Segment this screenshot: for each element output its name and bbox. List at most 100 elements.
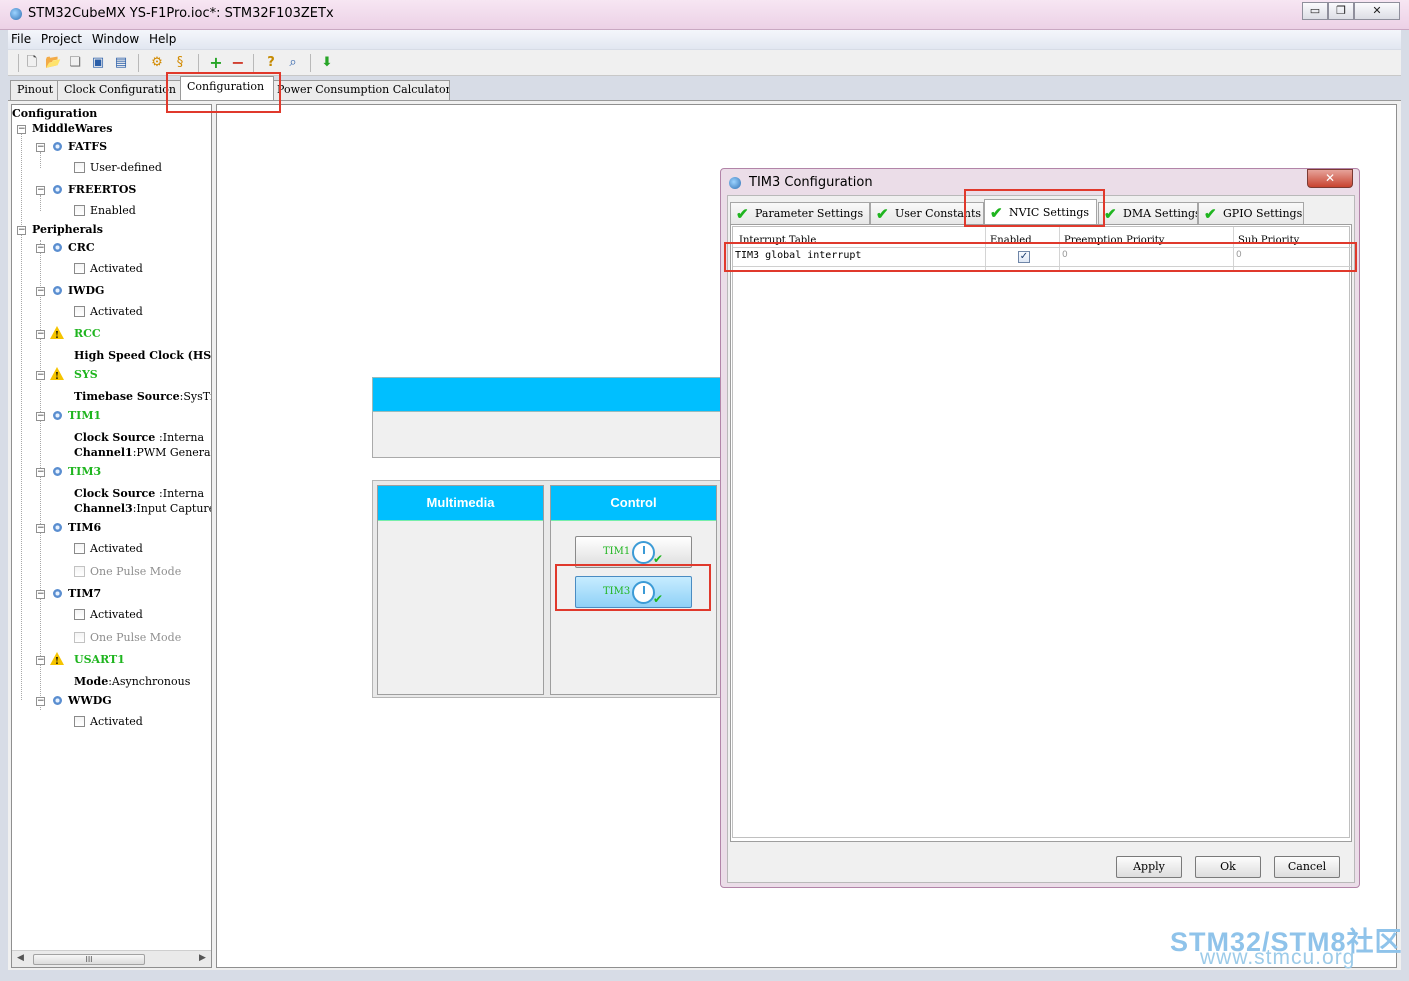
menu-window[interactable]: Window (89, 30, 142, 49)
save-icon[interactable]: ▣ (90, 55, 106, 71)
checkbox[interactable] (74, 162, 85, 173)
column-header-interrupt-table[interactable]: Interrupt Table (739, 235, 816, 246)
tree-iwdg-activated[interactable]: Activated (74, 304, 143, 320)
expander-crc[interactable]: − (36, 244, 45, 253)
column-header-enabled[interactable]: Enabled (990, 235, 1032, 246)
column-header-sub-priority[interactable]: Sub Priority (1238, 235, 1299, 246)
tree-item-wwdg[interactable]: WWDG (53, 693, 112, 709)
table-row[interactable]: TIM3 global interrupt ✓ 0 0 (733, 247, 1351, 267)
generate-code-icon[interactable]: § (172, 55, 188, 71)
apply-button[interactable]: Apply (1116, 856, 1182, 878)
tim1-button[interactable]: TIM1 ✔ (575, 536, 692, 568)
tree-middlewares[interactable]: MiddleWares (32, 121, 112, 137)
tab-gpio-settings[interactable]: ✔ GPIO Settings (1198, 202, 1304, 224)
tree-tim1-channel1[interactable]: Channel1:PWM Generatic (74, 445, 211, 461)
close-button[interactable]: ✕ (1354, 2, 1400, 20)
tab-pinout[interactable]: Pinout (10, 80, 58, 100)
remove-icon[interactable]: − (230, 55, 246, 71)
tree-usart1-mode[interactable]: Mode:Asynchronous (74, 674, 190, 690)
expander-sys[interactable]: − (36, 371, 45, 380)
checkbox-label: Activated (90, 262, 143, 275)
help-icon[interactable]: ? (263, 55, 279, 71)
scrollbar-thumb[interactable]: III (33, 954, 145, 965)
tab-nvic-settings[interactable]: ✔ NVIC Settings (984, 199, 1097, 225)
tree-sys-timebase[interactable]: Timebase Source:SysTi (74, 389, 211, 405)
tree-horizontal-scrollbar[interactable]: ◀ III ▶ (12, 950, 211, 967)
maximize-button[interactable]: ❐ (1328, 2, 1354, 20)
tree-item-fatfs[interactable]: FATFS (53, 139, 107, 155)
sub-priority-value[interactable]: 0 (1236, 250, 1242, 260)
toolbar: 🗋 📂 ❏ ▣ ▤ ⚙ § + − ? ⌕ ⬇ (8, 50, 1401, 76)
expander-peripherals[interactable]: − (17, 226, 26, 235)
tree-crc-activated[interactable]: Activated (74, 261, 143, 277)
tree-item-tim6[interactable]: TIM6 (53, 520, 101, 536)
tree-peripherals[interactable]: Peripherals (32, 222, 103, 238)
tree-item-freertos[interactable]: FREERTOS (53, 182, 136, 198)
tab-clock-configuration[interactable]: Clock Configuration (57, 80, 181, 100)
preemption-priority-value[interactable]: 0 (1062, 250, 1068, 260)
expander-usart1[interactable]: − (36, 656, 45, 665)
expander-tim1[interactable]: − (36, 412, 45, 421)
menu-project[interactable]: Project (38, 30, 85, 49)
checkbox[interactable] (74, 543, 85, 554)
find-icon[interactable]: ⌕ (285, 55, 301, 71)
tree-item-crc[interactable]: CRC (53, 240, 95, 256)
tree-tim1-clock-source[interactable]: Clock Source :Interna (74, 430, 204, 446)
expander-fatfs[interactable]: − (36, 143, 45, 152)
checkbox[interactable] (74, 609, 85, 620)
tree-tim7-activated[interactable]: Activated (74, 607, 143, 623)
tree-item-tim3[interactable]: TIM3 (53, 464, 101, 480)
tab-user-constants[interactable]: ✔ User Constants (870, 202, 984, 224)
expander-freertos[interactable]: − (36, 186, 45, 195)
scroll-right-icon[interactable]: ▶ (199, 953, 206, 963)
checkbox[interactable] (74, 306, 85, 317)
tree-item-tim7[interactable]: TIM7 (53, 586, 101, 602)
copy-icon[interactable]: ❏ (67, 55, 83, 71)
generate-report-icon[interactable]: ⚙ (149, 55, 165, 71)
warning-icon: ! (50, 326, 69, 342)
tree-item-sys[interactable]: ! SYS (50, 367, 98, 383)
tree-tim6-activated[interactable]: Activated (74, 541, 143, 557)
expander-wwdg[interactable]: − (36, 697, 45, 706)
expander-tim7[interactable]: − (36, 590, 45, 599)
expander-middlewares[interactable]: − (17, 125, 26, 134)
menu-help[interactable]: Help (146, 30, 179, 49)
expander-rcc[interactable]: − (36, 330, 45, 339)
tree-wwdg-activated[interactable]: Activated (74, 714, 143, 730)
tree-freertos-enabled[interactable]: Enabled (74, 203, 136, 219)
column-header-preemption-priority[interactable]: Preemption Priority (1064, 235, 1164, 246)
expander-iwdg[interactable]: − (36, 287, 45, 296)
tab-dma-settings[interactable]: ✔ DMA Settings (1098, 202, 1198, 224)
checkbox[interactable] (74, 716, 85, 727)
tree-item-usart1[interactable]: ! USART1 (50, 652, 125, 668)
checkbox-label: Activated (90, 715, 143, 728)
tree-item-tim1[interactable]: TIM1 (53, 408, 101, 424)
tab-configuration[interactable]: Configuration (180, 76, 274, 100)
new-project-icon[interactable]: 🗋 (24, 55, 40, 71)
tree-rcc-hse[interactable]: High Speed Clock (HS (74, 348, 211, 364)
tree-tim3-clock-source[interactable]: Clock Source :Interna (74, 486, 204, 502)
enabled-checkbox[interactable]: ✓ (1018, 251, 1030, 263)
menu-file[interactable]: File (8, 30, 34, 49)
expander-tim3[interactable]: − (36, 468, 45, 477)
ok-button[interactable]: Ok (1195, 856, 1261, 878)
tab-parameter-settings[interactable]: ✔ Parameter Settings (730, 202, 870, 224)
tim3-button-label: TIM3 (603, 586, 631, 597)
tree-item-iwdg[interactable]: IWDG (53, 283, 104, 299)
scroll-left-icon[interactable]: ◀ (17, 953, 24, 963)
cancel-button[interactable]: Cancel (1274, 856, 1340, 878)
download-icon[interactable]: ⬇ (319, 55, 335, 71)
checkbox[interactable] (74, 263, 85, 274)
tree-fatfs-user-defined[interactable]: User-defined (74, 160, 162, 176)
minimize-button[interactable]: ▭ (1302, 2, 1328, 20)
dialog-close-button[interactable]: ✕ (1307, 169, 1353, 188)
tree-tim3-channel3[interactable]: Channel3:Input Capture (74, 501, 211, 517)
checkbox[interactable] (74, 205, 85, 216)
open-project-icon[interactable]: 📂 (45, 55, 61, 71)
tree-item-rcc[interactable]: ! RCC (50, 326, 101, 342)
tab-power-consumption-calculator[interactable]: Power Consumption Calculator (272, 80, 450, 100)
add-icon[interactable]: + (208, 55, 224, 71)
tim3-button[interactable]: TIM3 ✔ (575, 576, 692, 608)
save-as-icon[interactable]: ▤ (113, 55, 129, 71)
expander-tim6[interactable]: − (36, 524, 45, 533)
